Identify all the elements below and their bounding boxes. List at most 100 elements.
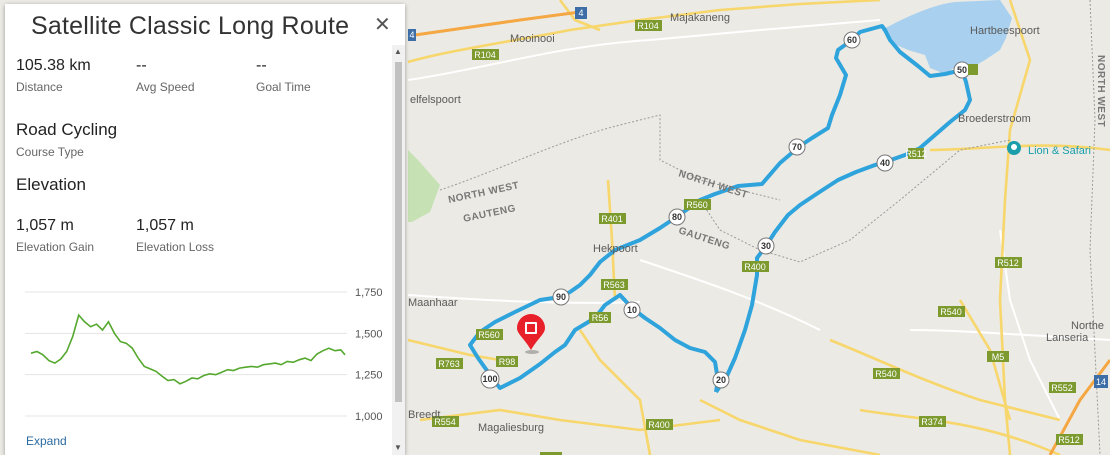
svg-text:R540: R540 [940,307,962,317]
shield-r763: R763 [436,358,463,369]
elevation-loss-label: Elevation Loss [136,240,215,254]
km-marker-90: 90 [552,288,570,306]
shield-r104-west: R104 [472,49,499,60]
shield-n4: 4 [575,7,587,19]
svg-text:70: 70 [792,142,802,152]
place-lion-safari: Lion & Safari [1028,145,1091,157]
stat-avg-speed: -- Avg Speed [136,57,195,94]
svg-text:R401: R401 [601,214,623,224]
elevation-gain-label: Elevation Gain [16,240,95,254]
svg-text:20: 20 [716,375,726,385]
svg-text:M5: M5 [992,352,1005,362]
km-marker-70: 70 [788,138,806,156]
svg-text:R104: R104 [474,50,496,60]
place-broederstroom: Broederstroom [958,113,1031,125]
elevation-loss: 1,057 m Elevation Loss [136,217,214,254]
y-tick-label: 1,250 [355,370,383,382]
panel-scrollbar[interactable]: ▲ ▼ [392,45,405,455]
svg-text:4: 4 [578,8,583,18]
place-elfelspoort: elfelspoort [410,94,461,106]
shield-r540-south: R540 [873,368,900,379]
svg-text:40: 40 [880,158,890,168]
lion-safari-icon [1007,141,1021,155]
km-marker-80: 80 [668,208,686,226]
km-marker-20: 20 [712,371,730,389]
place-hartbeespoort: Hartbeespoort [970,25,1040,37]
svg-text:R400: R400 [744,262,766,272]
y-tick-label: 1,750 [355,287,383,299]
svg-text:30: 30 [761,241,771,251]
shield-r512-north: R512 [995,257,1022,268]
stat-avg-speed-value: -- [136,57,147,74]
shield-r512-dam: R512 [905,148,927,159]
svg-text:R374: R374 [921,417,943,427]
svg-text:R540: R540 [875,369,897,379]
svg-text:4: 4 [409,30,414,40]
scrollbar-thumb[interactable] [395,62,402,402]
shield-r401: R401 [599,213,626,224]
svg-text:NORTH WEST: NORTH WEST [1095,55,1106,127]
stat-distance-label: Distance [16,80,63,94]
stat-distance-value: 105.38 km [16,57,91,74]
shield-n4-west: 4 [408,29,416,41]
svg-text:R400: R400 [648,420,670,430]
svg-text:R512: R512 [997,258,1019,268]
svg-text:R563: R563 [603,280,625,290]
shield-r512-south: R512 [1056,434,1083,445]
scroll-up-icon[interactable]: ▲ [394,47,402,56]
close-icon[interactable]: ✕ [374,15,391,35]
expand-link[interactable]: Expand [26,434,67,448]
km-marker-40: 40 [876,154,894,172]
svg-text:10: 10 [627,305,637,315]
svg-text:R763: R763 [438,359,460,369]
place-majakaneng: Majakaneng [670,12,730,24]
place-mooinooi: Mooinooi [510,33,555,45]
km-marker-50: 50 [953,61,971,79]
shield-r56: R56 [589,312,611,323]
shield-r560-mid: R560 [684,199,711,210]
svg-text:R512: R512 [905,149,927,159]
place-maanhaar: Maanhaar [408,297,458,309]
km-marker-10: 10 [623,301,641,319]
course-type: Road Cycling Course Type [16,120,117,159]
shield-m5: M5 [987,351,1009,362]
route-title: Satellite Classic Long Route [31,12,350,40]
y-tick-label: 1,000 [355,411,383,423]
elevation-series-line [30,313,346,385]
shield-r400-mid: R400 [742,261,769,272]
course-type-label: Course Type [16,145,84,159]
stat-distance: 105.38 km Distance [16,57,91,94]
elevation-gain-value: 1,057 m [16,217,74,234]
elevation-heading: Elevation [16,175,86,194]
shield-r400-south: R400 [646,419,673,430]
svg-text:80: 80 [672,212,682,222]
scroll-down-icon[interactable]: ▼ [394,443,402,452]
svg-text:R56: R56 [592,313,609,323]
km-marker-100: 100 [480,369,500,389]
place-magaliesburg: Magaliesburg [478,422,544,434]
shield-r104: R104 [635,20,662,31]
course-type-value: Road Cycling [16,120,118,139]
shield-r98: R98 [496,356,518,367]
shield-r552: R552 [1049,382,1076,393]
shield-r540: R540 [938,306,965,317]
shield-r400-hidden [968,64,978,75]
elevation-loss-value: 1,057 m [136,217,194,234]
svg-text:50: 50 [957,65,967,75]
shield-r374: R374 [919,416,946,427]
elevation-chart: 1,750 1,500 1,250 1,000 [25,287,383,423]
stat-goal-time: -- Goal Time [256,57,311,94]
place-breedt: Breedt [408,409,440,421]
place-hekpoort: Hekpoort [593,243,638,255]
svg-text:R560: R560 [686,200,708,210]
elevation-gain: 1,057 m Elevation Gain [16,217,94,254]
km-marker-60: 60 [843,31,861,49]
svg-text:100: 100 [482,374,497,384]
km-marker-30: 30 [757,237,775,255]
svg-text:R104: R104 [637,21,659,31]
route-detail-panel: Satellite Classic Long Route ✕ 105.38 km… [5,4,405,455]
svg-text:14: 14 [1096,377,1106,387]
stat-avg-speed-label: Avg Speed [136,80,195,94]
place-northe: Northe [1071,320,1104,332]
svg-text:90: 90 [556,292,566,302]
